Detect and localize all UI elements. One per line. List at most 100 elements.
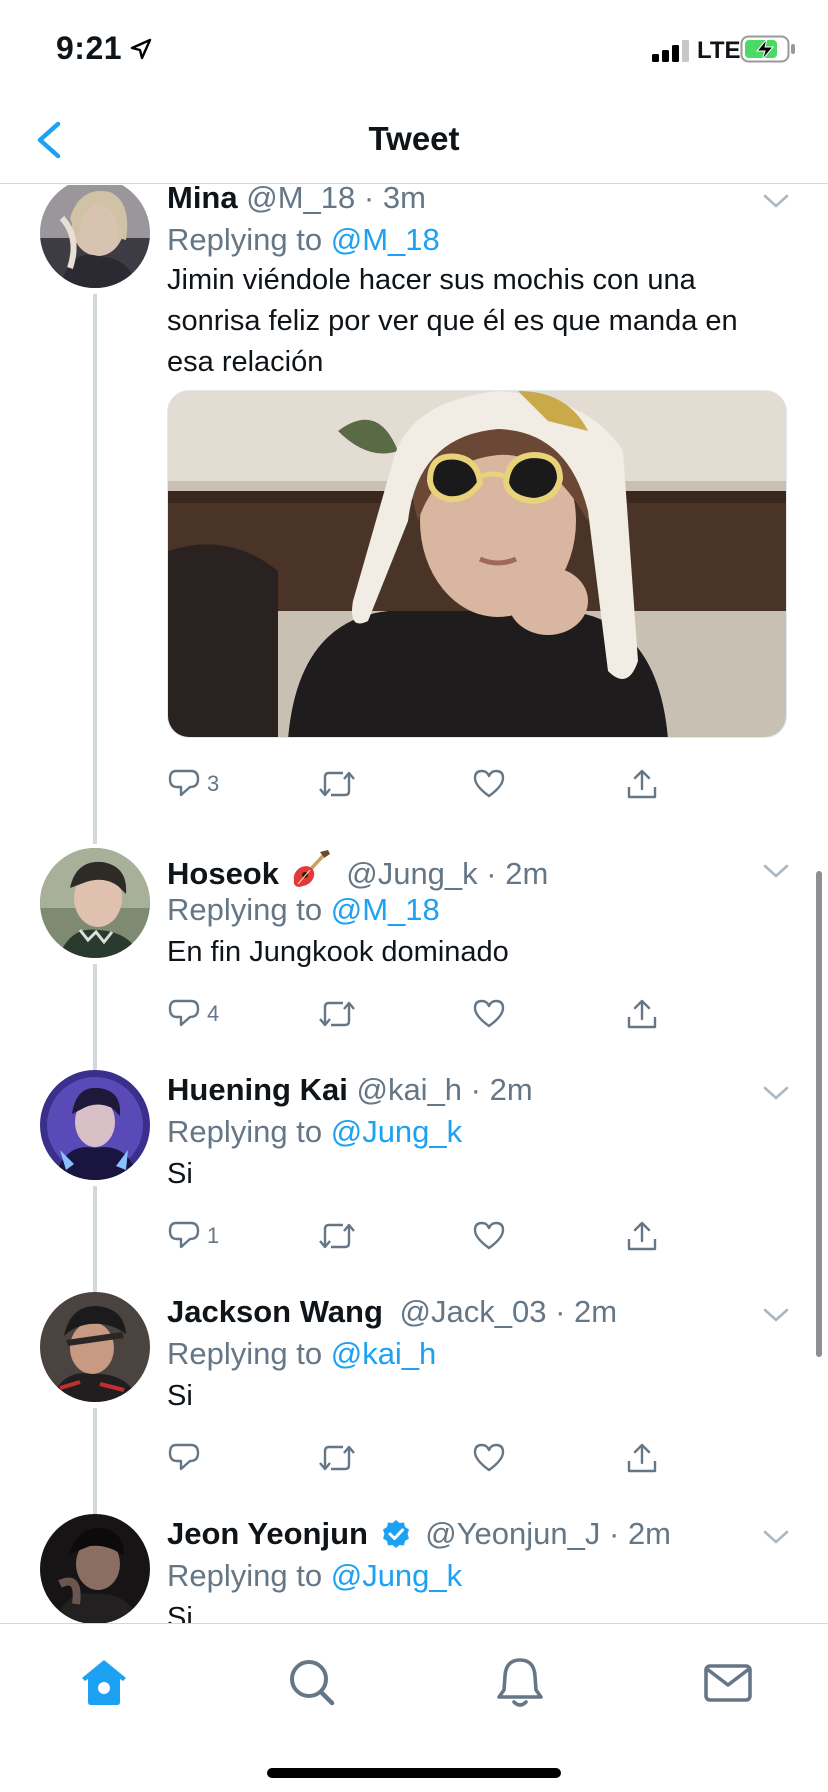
replying-to: Replying to @kai_h [167, 1336, 437, 1371]
tweet-time: 2m [574, 1294, 618, 1329]
reply-thread[interactable]: Mina @M_18 · 3m Replying to @M_18 Jimin … [0, 185, 828, 1623]
retweet-icon [319, 771, 355, 797]
share-icon [627, 769, 657, 799]
avatar[interactable] [40, 848, 150, 958]
tweet-item[interactable]: Mina @M_18 · 3m Replying to @M_18 Jimin … [0, 185, 828, 848]
tweet-text: En fin Jungkook dominado [167, 936, 509, 968]
tweet-item[interactable]: Hoseok @Jung_k · 2m Replying to @M_18 En… [0, 848, 828, 1074]
author-handle[interactable]: @kai_h [356, 1072, 462, 1107]
replying-to: Replying to @M_18 [167, 222, 440, 257]
home-indicator[interactable] [267, 1768, 561, 1778]
guitar-emoji-icon [293, 850, 330, 887]
share-button[interactable] [625, 994, 659, 1034]
mention-link[interactable]: @M_18 [331, 892, 440, 927]
share-icon [627, 999, 657, 1029]
verified-badge-icon [382, 1520, 409, 1548]
share-button[interactable] [625, 1438, 659, 1478]
chevron-down-icon[interactable] [762, 862, 790, 880]
chevron-down-icon[interactable] [762, 1306, 790, 1324]
reply-count: 1 [207, 1223, 220, 1248]
tweet-header: Jackson Wang @Jack_03 · 2m [167, 1294, 618, 1329]
like-button[interactable] [472, 764, 506, 804]
page-title: Tweet [368, 120, 460, 157]
tweet-media-image[interactable] [167, 390, 787, 738]
tweet-time: 3m [382, 185, 426, 215]
mention-link[interactable]: @Jung_k [331, 1114, 462, 1149]
comment-icon [168, 769, 200, 797]
home-icon[interactable] [74, 1652, 134, 1712]
retweet-icon [319, 1445, 355, 1471]
tweet-actions: 3 [167, 764, 667, 804]
reply-count: 3 [207, 771, 220, 796]
comment-icon [168, 1443, 200, 1471]
avatar[interactable] [40, 1514, 150, 1623]
tweet-header: Huening Kai @kai_h · 2m [167, 1072, 533, 1107]
heart-icon [473, 1443, 505, 1472]
mention-link[interactable]: @M_18 [331, 222, 440, 257]
tweet-text: Si [167, 1380, 193, 1412]
status-time: 9:21 [56, 30, 123, 66]
replying-to: Replying to @M_18 [167, 892, 440, 927]
author-name[interactable]: Hoseok [167, 856, 279, 891]
replying-to: Replying to @Jung_k [167, 1114, 463, 1149]
author-handle[interactable]: @Yeonjun_J [425, 1516, 600, 1551]
tweet-time: 2m [489, 1072, 533, 1107]
tweet-item[interactable]: Jackson Wang @Jack_03 · 2m Replying to @… [0, 1292, 828, 1518]
retweet-button[interactable] [317, 1438, 357, 1478]
share-button[interactable] [625, 764, 659, 804]
author-handle[interactable]: @Jung_k [346, 856, 477, 891]
tweet-item[interactable]: Huening Kai @kai_h · 2m Replying to @Jun… [0, 1070, 828, 1296]
thread-line [93, 1186, 97, 1296]
network-type: LTE [697, 37, 741, 64]
reply-count: 4 [207, 1001, 220, 1026]
tweet-item[interactable]: Jeon Yeonjun @Yeonjun_J · 2m Replying to… [0, 1514, 828, 1623]
avatar[interactable] [40, 1292, 150, 1402]
location-arrow-icon [130, 38, 152, 60]
heart-icon [473, 1221, 505, 1250]
tweet-time: 2m [627, 1516, 672, 1551]
reply-button[interactable]: 1 [167, 1216, 219, 1256]
mail-icon[interactable] [698, 1652, 758, 1712]
comment-icon [168, 999, 200, 1027]
retweet-button[interactable] [317, 1216, 357, 1256]
retweet-button[interactable] [317, 764, 357, 804]
tweet-actions: 1 [167, 1216, 667, 1256]
mention-link[interactable]: @kai_h [331, 1336, 437, 1371]
bell-icon[interactable] [490, 1652, 550, 1712]
share-icon [627, 1221, 657, 1251]
author-name[interactable]: Mina [167, 185, 238, 215]
tweet-header: Hoseok @Jung_k · 2m [167, 848, 548, 894]
chevron-down-icon[interactable] [762, 1084, 790, 1102]
thread-line [93, 294, 97, 844]
mention-link[interactable]: @Jung_k [331, 1558, 462, 1593]
tweet-text: Si [167, 1158, 193, 1190]
author-name[interactable]: Huening Kai [167, 1072, 348, 1107]
heart-icon [473, 769, 505, 798]
thread-line [93, 1408, 97, 1518]
thread-line [93, 964, 97, 1074]
author-name[interactable]: Jackson Wang [167, 1294, 383, 1329]
search-icon[interactable] [282, 1652, 342, 1712]
like-button[interactable] [472, 994, 506, 1034]
scrollbar[interactable] [816, 871, 822, 1357]
share-icon [627, 1443, 657, 1473]
author-handle[interactable]: @M_18 [246, 185, 355, 215]
like-button[interactable] [472, 1438, 506, 1478]
author-handle[interactable]: @Jack_03 [400, 1294, 547, 1329]
share-button[interactable] [625, 1216, 659, 1256]
chevron-down-icon[interactable] [762, 192, 790, 210]
reply-button[interactable] [167, 1438, 207, 1478]
reply-button[interactable]: 4 [167, 994, 219, 1034]
like-button[interactable] [472, 1216, 506, 1256]
heart-icon [473, 999, 505, 1028]
tweet-text: Si [167, 1602, 193, 1623]
reply-button[interactable]: 3 [167, 764, 219, 804]
tweet-time: 2m [505, 856, 549, 891]
chevron-down-icon[interactable] [762, 1528, 790, 1546]
tweet-actions [167, 1438, 667, 1478]
avatar[interactable] [40, 185, 150, 288]
avatar[interactable] [40, 1070, 150, 1180]
retweet-button[interactable] [317, 994, 357, 1034]
author-name[interactable]: Jeon Yeonjun [167, 1516, 368, 1551]
top-navigation-bar: Tweet [0, 96, 828, 184]
